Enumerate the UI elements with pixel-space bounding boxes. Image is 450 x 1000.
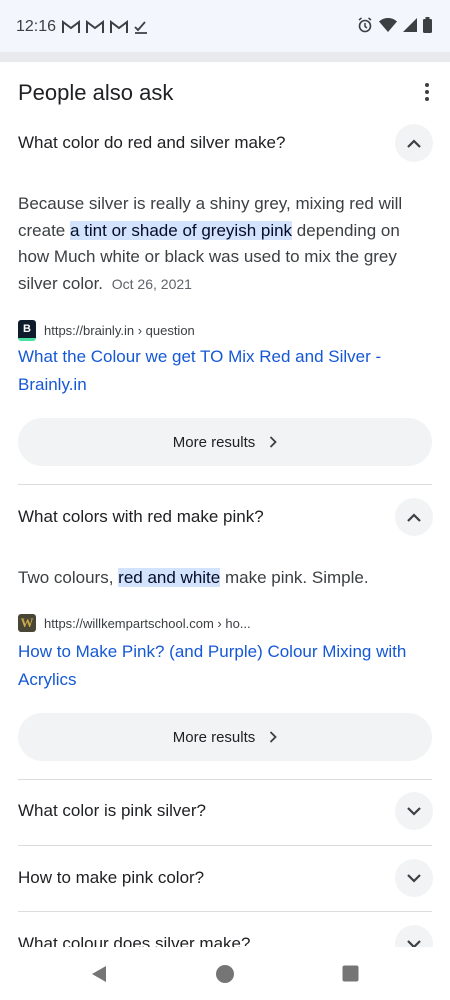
more-results-label: More results: [172, 433, 256, 451]
question-text: How to make pink color?: [18, 868, 205, 887]
expand-button[interactable]: [395, 859, 433, 897]
divider: [18, 845, 432, 846]
back-icon[interactable]: [90, 965, 108, 983]
source-citation[interactable]: B https://brainly.in › question: [18, 320, 195, 341]
header-separator: [0, 52, 450, 62]
question-row[interactable]: What colour does silver make?: [0, 914, 450, 947]
divider: [18, 779, 432, 780]
question-row[interactable]: How to make pink color?: [0, 848, 450, 908]
people-also-ask-section: People also ask What color do red and si…: [0, 62, 450, 947]
expand-button[interactable]: [395, 792, 433, 830]
willkemp-favicon-icon: W: [18, 614, 36, 632]
question-text: What colour does silver make?: [18, 934, 251, 947]
chevron-right-icon: [270, 436, 278, 448]
divider: [18, 484, 432, 485]
navigation-bar: [0, 947, 450, 1000]
gmail-icon: [110, 20, 128, 33]
question-text: What color is pink silver?: [18, 801, 207, 820]
more-results-button[interactable]: More results: [18, 713, 432, 761]
status-bar: 12:16: [0, 0, 450, 52]
brainly-favicon-icon: B: [18, 320, 36, 341]
source-url: https://brainly.in › question: [44, 323, 195, 338]
divider: [18, 911, 432, 912]
collapse-button[interactable]: [395, 124, 433, 162]
check-icon: [134, 21, 147, 34]
system-icons: [357, 17, 432, 33]
alarm-icon: [358, 17, 372, 33]
question-row[interactable]: What color do red and silver make?: [0, 113, 450, 173]
result-link[interactable]: How to Make Pink? (and Purple) Colour Mi…: [18, 638, 428, 694]
chevron-up-icon: [407, 512, 421, 522]
chevron-down-icon: [407, 806, 421, 816]
question-text: What color do red and silver make?: [18, 133, 286, 152]
question-text: What colors with red make pink?: [18, 507, 264, 526]
answer-text: Two colours,: [18, 568, 119, 587]
more-results-label: More results: [172, 728, 256, 746]
wifi-icon: [379, 17, 397, 32]
chevron-right-icon: [270, 731, 278, 743]
chevron-down-icon: [407, 873, 421, 883]
answer-date: Oct 26, 2021: [111, 275, 192, 292]
expand-button[interactable]: [395, 925, 433, 947]
answer-highlight: red and white: [118, 568, 221, 587]
battery-icon: [423, 17, 432, 33]
answer-snippet: Two colours, red and white make pink. Si…: [18, 565, 434, 592]
chevron-up-icon: [407, 138, 421, 148]
section-title: People also ask: [18, 80, 174, 105]
answer-highlight: a tint or shade of greyish pink: [69, 220, 293, 240]
more-options-icon[interactable]: [420, 82, 434, 102]
answer-text: make pink. Simple.: [220, 568, 369, 587]
chevron-down-icon: [407, 939, 421, 947]
source-citation[interactable]: W https://willkempartschool.com › ho...: [18, 614, 251, 632]
recents-icon[interactable]: [342, 965, 359, 982]
result-link[interactable]: What the Colour we get TO Mix Red and Si…: [18, 343, 428, 399]
signal-icon: [403, 18, 417, 32]
answer-snippet: Because silver is really a shiny grey, m…: [18, 191, 434, 297]
notification-icons: [62, 20, 148, 34]
source-url: https://willkempartschool.com › ho...: [44, 615, 251, 631]
question-row[interactable]: What color is pink silver?: [0, 781, 450, 841]
collapse-button[interactable]: [395, 498, 433, 536]
gmail-icon: [62, 20, 80, 33]
home-icon[interactable]: [215, 964, 235, 984]
gmail-icon: [86, 20, 104, 33]
more-results-button[interactable]: More results: [18, 418, 432, 466]
status-time: 12:16: [16, 18, 57, 35]
question-row[interactable]: What colors with red make pink?: [0, 487, 450, 547]
